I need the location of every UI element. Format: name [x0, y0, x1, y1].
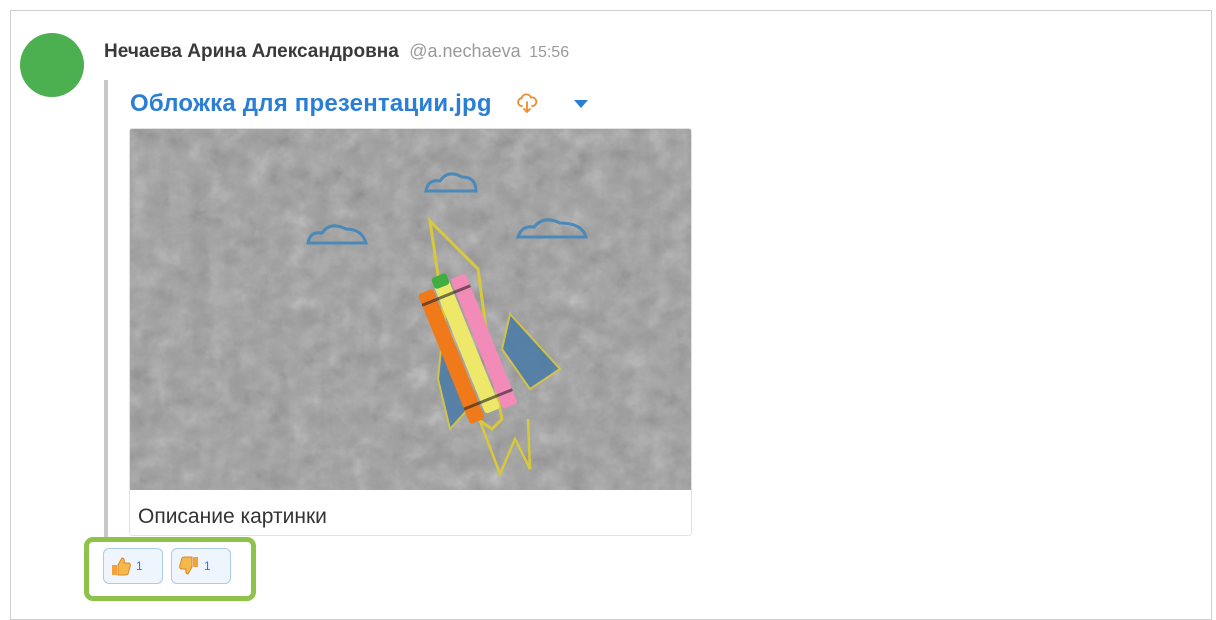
thumbs-up-icon: [110, 555, 132, 577]
caret-down-icon[interactable]: [573, 100, 588, 108]
attachment-header: Обложка для презентации.jpg: [130, 90, 588, 118]
avatar[interactable]: [20, 33, 84, 97]
reaction-count: 1: [136, 559, 143, 573]
message-header: Нечаева Арина Александровна @a.nechaeva …: [104, 41, 569, 63]
image-card: Описание картинки: [129, 128, 692, 536]
author-handle[interactable]: @a.nechaeva: [409, 41, 520, 61]
author-name[interactable]: Нечаева Арина Александровна: [104, 41, 399, 62]
image-caption: Описание картинки: [138, 505, 327, 528]
thumbs-down-icon: [178, 555, 200, 577]
thread-line: [104, 80, 108, 542]
cloud-download-icon[interactable]: [516, 93, 538, 115]
message-time: 15:56: [529, 44, 570, 61]
reaction-thumbs-down[interactable]: 1: [171, 548, 231, 584]
reaction-thumbs-up[interactable]: 1: [103, 548, 163, 584]
attachment-image[interactable]: [130, 129, 691, 490]
file-name-link[interactable]: Обложка для презентации.jpg: [130, 90, 492, 118]
reaction-count: 1: [204, 559, 211, 573]
